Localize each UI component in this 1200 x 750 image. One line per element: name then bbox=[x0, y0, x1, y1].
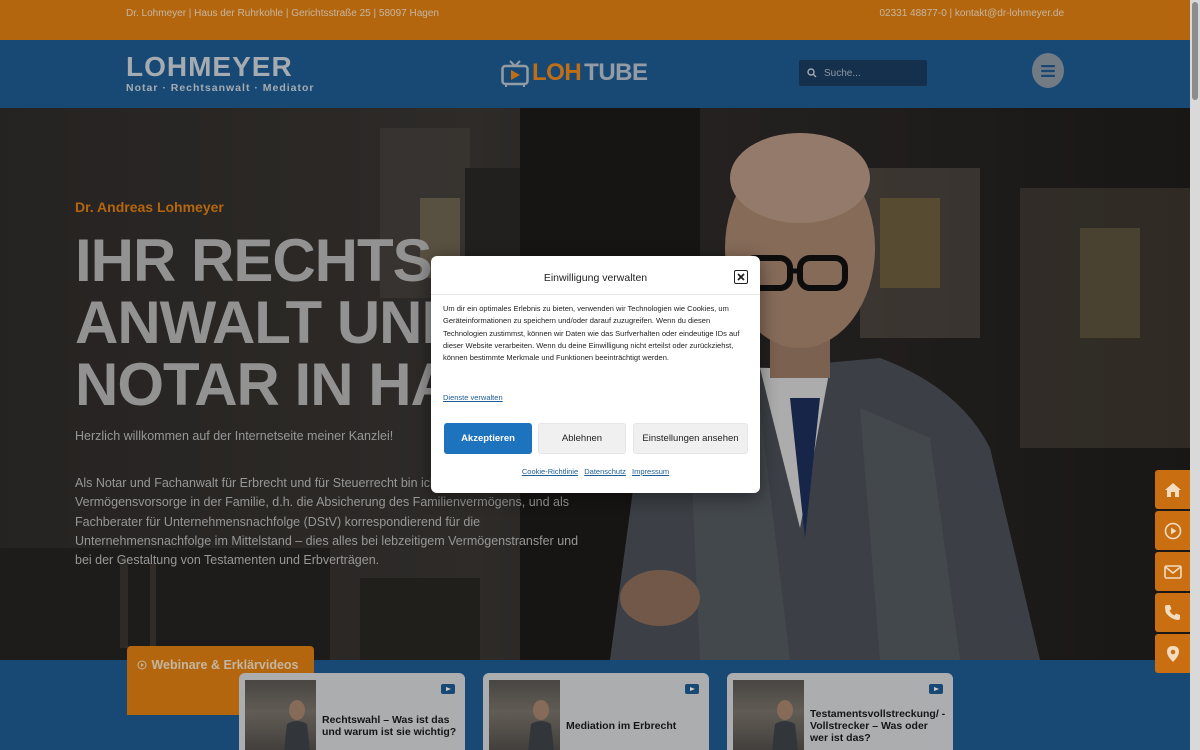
side-location-button[interactable] bbox=[1155, 634, 1190, 673]
consent-dialog: Einwilligung verwalten Um dir ein optima… bbox=[431, 256, 760, 493]
manage-services-link[interactable]: Dienste verwalten bbox=[443, 393, 503, 402]
accept-button[interactable]: Akzeptieren bbox=[444, 423, 532, 454]
privacy-link[interactable]: Datenschutz bbox=[584, 467, 626, 476]
side-home-button[interactable] bbox=[1155, 470, 1190, 509]
home-icon bbox=[1164, 482, 1181, 497]
deny-button[interactable]: Ablehnen bbox=[538, 423, 626, 454]
mail-icon bbox=[1163, 564, 1182, 579]
consent-title: Einwilligung verwalten bbox=[543, 272, 648, 284]
consent-text: Um dir ein optimales Erlebnis zu bieten,… bbox=[443, 304, 740, 363]
side-quick-links bbox=[1155, 470, 1190, 675]
policy-links: Cookie-Richtlinie Datenschutz Impressum bbox=[431, 467, 760, 476]
scrollbar-thumb[interactable] bbox=[1192, 2, 1198, 100]
side-mail-button[interactable] bbox=[1155, 552, 1190, 591]
side-video-button[interactable] bbox=[1155, 511, 1190, 550]
close-button[interactable] bbox=[734, 270, 748, 284]
dialog-divider bbox=[431, 294, 760, 295]
close-icon bbox=[737, 273, 745, 281]
cookie-policy-link[interactable]: Cookie-Richtlinie bbox=[522, 467, 578, 476]
page-scrollbar[interactable] bbox=[1190, 0, 1200, 750]
view-settings-button[interactable]: Einstellungen ansehen bbox=[633, 423, 748, 454]
imprint-link[interactable]: Impressum bbox=[632, 467, 669, 476]
location-icon bbox=[1166, 645, 1179, 662]
phone-icon bbox=[1165, 605, 1180, 620]
side-phone-button[interactable] bbox=[1155, 593, 1190, 632]
play-icon bbox=[1164, 522, 1181, 539]
